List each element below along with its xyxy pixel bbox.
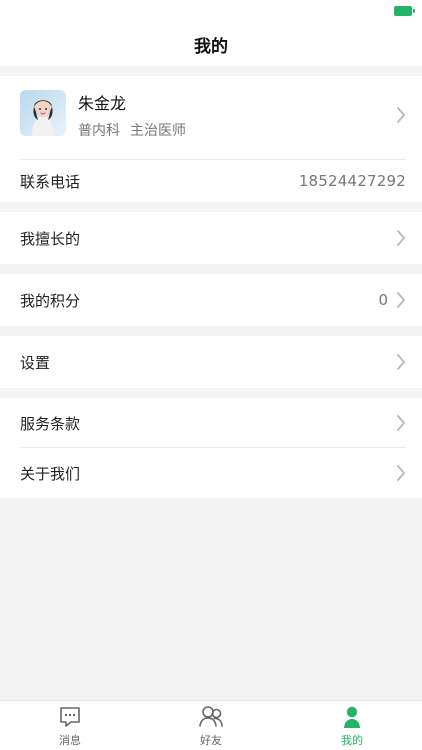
phone-right: 18524427292 [299, 172, 406, 190]
about-label: 关于我们 [20, 464, 81, 483]
points-section: 我的积分 0 [0, 274, 422, 326]
profile-name: 朱金龙 [78, 94, 127, 113]
expertise-label: 我擅长的 [20, 229, 81, 248]
profile-text: 朱金龙 普内科 主治医师 [78, 84, 186, 140]
chevron-right-icon [396, 229, 406, 247]
bottom-navigation: 消息 好友 我的 [0, 700, 422, 750]
settings-section: 设置 [0, 336, 422, 388]
message-bubble-icon [57, 704, 83, 730]
phone-value: 18524427292 [298, 172, 406, 190]
expertise-row[interactable]: 我擅长的 [0, 212, 422, 264]
phone-row: 联系电话 18524427292 [0, 160, 422, 202]
about-row[interactable]: 关于我们 [0, 448, 422, 498]
terms-label: 服务条款 [20, 414, 81, 433]
app-root: 我的 朱金龙 普内科 主治医师 联系电话 18524427292 我擅长的 我的… [0, 0, 422, 750]
expertise-right [396, 229, 406, 247]
about-right [396, 464, 406, 482]
tab-me-label: 我的 [341, 734, 363, 747]
terms-right [396, 414, 406, 432]
profile-row[interactable]: 朱金龙 普内科 主治医师 [0, 76, 422, 160]
profile-subtitle: 普内科 主治医师 [78, 120, 186, 140]
chevron-right-icon [396, 414, 406, 432]
points-value: 0 [378, 291, 388, 309]
chevron-right-icon [396, 106, 406, 124]
points-row[interactable]: 我的积分 0 [0, 274, 422, 326]
settings-label: 设置 [20, 353, 51, 372]
tab-messages-label: 消息 [59, 734, 81, 747]
status-bar [0, 0, 422, 22]
tab-me[interactable]: 我的 [282, 701, 422, 750]
expertise-section: 我擅长的 [0, 212, 422, 264]
phone-label: 联系电话 [20, 172, 81, 191]
profile-role: 主治医师 [130, 123, 186, 139]
profile-section: 朱金龙 普内科 主治医师 联系电话 18524427292 [0, 76, 422, 202]
profile-department: 普内科 [78, 123, 120, 139]
chevron-right-icon [396, 291, 406, 309]
battery-icon [394, 6, 415, 16]
chevron-right-icon [396, 464, 406, 482]
tab-friends[interactable]: 好友 [141, 701, 281, 750]
terms-row[interactable]: 服务条款 [0, 398, 422, 448]
settings-row[interactable]: 设置 [0, 336, 422, 388]
page-header: 我的 [0, 22, 422, 66]
tab-messages[interactable]: 消息 [0, 701, 140, 750]
tab-friends-label: 好友 [200, 734, 222, 747]
settings-right [396, 353, 406, 371]
profile-chevron-wrap [396, 106, 406, 124]
page-title: 我的 [194, 36, 228, 57]
info-section: 服务条款 关于我们 [0, 398, 422, 498]
friends-icon [196, 704, 226, 730]
user-icon [339, 704, 365, 730]
points-right: 0 [378, 291, 406, 309]
avatar[interactable] [20, 90, 66, 136]
chevron-right-icon [396, 353, 406, 371]
points-label: 我的积分 [20, 291, 81, 310]
